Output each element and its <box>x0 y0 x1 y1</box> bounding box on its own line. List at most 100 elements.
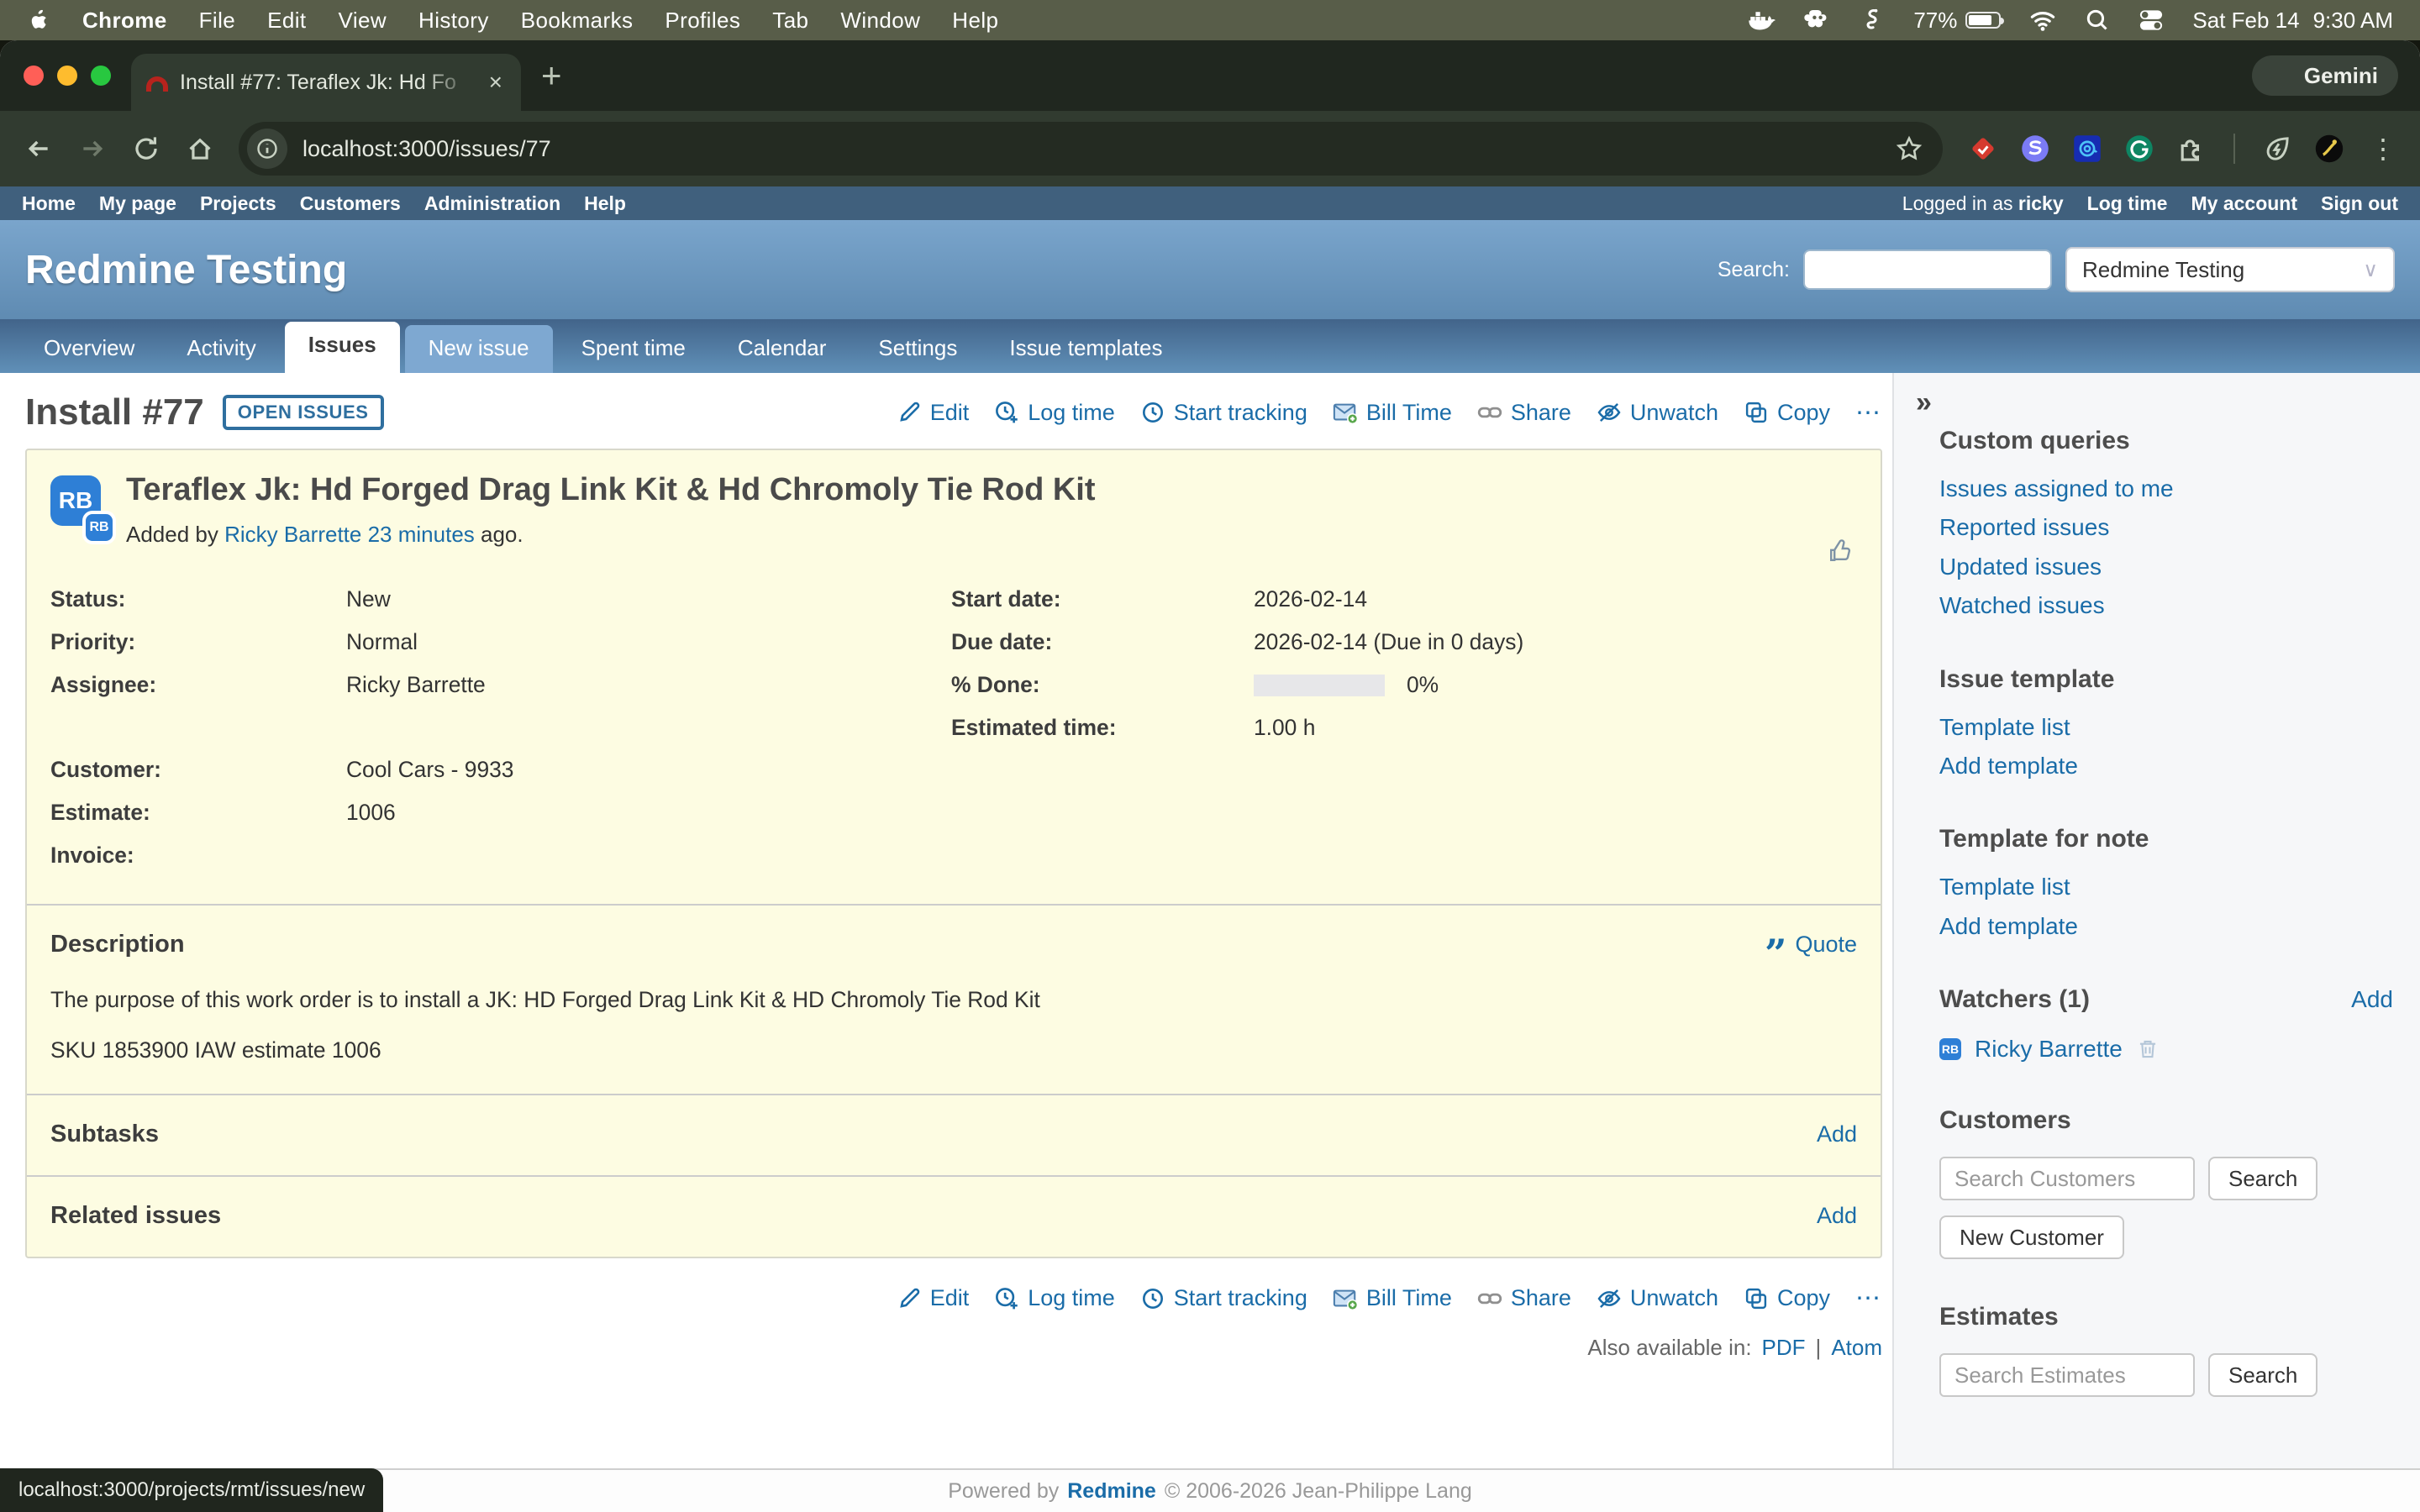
extension-icon-purple[interactable] <box>2018 132 2052 165</box>
start-tracking-link[interactable]: Start tracking <box>1140 1285 1307 1311</box>
extension-icon-blue-at[interactable] <box>2070 132 2104 165</box>
tab-calendar[interactable]: Calendar <box>714 325 850 373</box>
menubar-extra-icon[interactable] <box>1804 7 1831 34</box>
topmenu-home[interactable]: Home <box>22 192 76 215</box>
delete-watcher-icon[interactable] <box>2136 1037 2160 1061</box>
control-center-icon[interactable] <box>2139 8 2164 33</box>
tab-overview[interactable]: Overview <box>20 325 158 373</box>
sidebar-link-reported-issues[interactable]: Reported issues <box>1939 512 2393 543</box>
copy-link[interactable]: Copy <box>1744 400 1830 426</box>
address-bar[interactable]: localhost:3000/issues/77 <box>239 122 1943 176</box>
add-related-issue-link[interactable]: Add <box>1817 1203 1857 1229</box>
menubar-menu-file[interactable]: File <box>199 8 236 34</box>
tab-spent-time[interactable]: Spent time <box>558 325 709 373</box>
topmenu-projects[interactable]: Projects <box>200 192 276 215</box>
spotlight-icon[interactable] <box>2085 8 2110 33</box>
unwatch-link[interactable]: Unwatch <box>1597 400 1718 426</box>
menubar-app-name[interactable]: Chrome <box>82 8 167 34</box>
edit-link[interactable]: Edit <box>897 400 970 426</box>
tab-new-issue[interactable]: New issue <box>405 325 553 373</box>
add-template-link[interactable]: Add template <box>1939 751 2393 781</box>
sidebar-link-issues-assigned[interactable]: Issues assigned to me <box>1939 474 2393 504</box>
thumbs-up-icon[interactable] <box>1827 538 1854 571</box>
pdf-link[interactable]: PDF <box>1762 1335 1806 1361</box>
note-add-template-link[interactable]: Add template <box>1939 911 2393 942</box>
tab-activity[interactable]: Activity <box>163 325 279 373</box>
redmine-link[interactable]: Redmine <box>1067 1479 1156 1504</box>
unwatch-link[interactable]: Unwatch <box>1597 1285 1718 1311</box>
new-tab-button[interactable]: + <box>521 58 582 93</box>
search-estimates-button[interactable]: Search <box>2208 1353 2317 1397</box>
share-link[interactable]: Share <box>1477 400 1571 426</box>
start-tracking-link[interactable]: Start tracking <box>1140 400 1307 426</box>
search-estimates-input[interactable] <box>1939 1353 2195 1397</box>
share-link[interactable]: Share <box>1477 1285 1571 1311</box>
more-actions-icon[interactable]: ⋯ <box>1855 1284 1882 1313</box>
back-button[interactable] <box>13 123 64 174</box>
url-text[interactable]: localhost:3000/issues/77 <box>302 136 1870 162</box>
menubar-snake-icon[interactable] <box>1860 7 1885 34</box>
menubar-menu-help[interactable]: Help <box>952 8 998 34</box>
global-search-input[interactable] <box>1803 249 2052 290</box>
profile-avatar[interactable] <box>2312 132 2346 165</box>
close-tab-icon[interactable]: × <box>486 69 506 96</box>
browser-tab[interactable]: Install #77: Teraflex Jk: Hd Fo × <box>131 54 521 111</box>
add-subtask-link[interactable]: Add <box>1817 1121 1857 1147</box>
search-customers-input[interactable] <box>1939 1157 2195 1200</box>
open-issues-badge[interactable]: OPEN ISSUES <box>223 395 384 430</box>
menubar-clock[interactable]: Sat Feb 14 9:30 AM <box>2192 8 2393 34</box>
collapse-sidebar-icon[interactable]: » <box>1916 386 1932 419</box>
topmenu-help[interactable]: Help <box>584 192 626 215</box>
author-link[interactable]: Ricky Barrette <box>224 522 361 547</box>
zoom-window-button[interactable] <box>91 66 111 86</box>
tab-issue-templates[interactable]: Issue templates <box>986 325 1186 373</box>
template-list-link[interactable]: Template list <box>1939 712 2393 743</box>
copy-link[interactable]: Copy <box>1744 1285 1830 1311</box>
menubar-menu-history[interactable]: History <box>418 8 489 34</box>
topmenu-log-time[interactable]: Log time <box>2087 192 2168 215</box>
tab-issues[interactable]: Issues <box>285 322 400 373</box>
log-time-link[interactable]: Log time <box>994 1285 1115 1311</box>
close-window-button[interactable] <box>24 66 44 86</box>
menubar-menu-window[interactable]: Window <box>840 8 920 34</box>
topmenu-administration[interactable]: Administration <box>424 192 560 215</box>
atom-link[interactable]: Atom <box>1831 1335 1882 1361</box>
edit-link[interactable]: Edit <box>897 1285 970 1311</box>
search-customers-button[interactable]: Search <box>2208 1157 2317 1200</box>
bill-time-link[interactable]: Bill Time <box>1333 1285 1452 1311</box>
more-actions-icon[interactable]: ⋯ <box>1855 398 1882 428</box>
assignee-link[interactable]: Ricky Barrette <box>346 664 486 706</box>
menubar-menu-edit[interactable]: Edit <box>267 8 306 34</box>
minimize-window-button[interactable] <box>57 66 77 86</box>
tab-settings[interactable]: Settings <box>855 325 981 373</box>
sidebar-link-updated-issues[interactable]: Updated issues <box>1939 552 2393 582</box>
home-button[interactable] <box>175 123 225 174</box>
menubar-menu-profiles[interactable]: Profiles <box>665 8 740 34</box>
forward-button[interactable] <box>67 123 118 174</box>
bill-time-link[interactable]: Bill Time <box>1333 400 1452 426</box>
ago-link[interactable]: 23 minutes <box>368 522 475 547</box>
battery-indicator[interactable]: 77% <box>1913 8 2001 34</box>
performance-leaf-icon[interactable] <box>2260 132 2294 165</box>
menubar-menu-bookmarks[interactable]: Bookmarks <box>521 8 634 34</box>
bookmark-star-icon[interactable] <box>1886 125 1933 172</box>
topmenu-sign-out[interactable]: Sign out <box>2321 192 2398 215</box>
extensions-puzzle-icon[interactable] <box>2175 132 2208 165</box>
wifi-icon[interactable] <box>2029 7 2056 34</box>
topmenu-my-page[interactable]: My page <box>99 192 176 215</box>
project-jump-select[interactable]: Redmine Testing ∨ <box>2065 247 2395 292</box>
browser-menu-icon[interactable]: ⋮ <box>2360 133 2407 165</box>
watcher-name-link[interactable]: Ricky Barrette <box>1975 1036 2123 1063</box>
gemini-button[interactable]: Gemini <box>2252 55 2398 96</box>
reload-button[interactable] <box>121 123 171 174</box>
menubar-menu-view[interactable]: View <box>339 8 387 34</box>
site-info-icon[interactable] <box>247 129 287 169</box>
log-time-link[interactable]: Log time <box>994 400 1115 426</box>
sidebar-link-watched-issues[interactable]: Watched issues <box>1939 591 2393 621</box>
quote-link[interactable]: ”Quote <box>1765 932 1857 958</box>
grammarly-extension-icon[interactable] <box>2123 132 2156 165</box>
customer-link[interactable]: Cool Cars - 9933 <box>346 748 514 791</box>
apple-menu-icon[interactable] <box>27 8 50 33</box>
menubar-menu-tab[interactable]: Tab <box>772 8 808 34</box>
extension-icon-red[interactable] <box>1966 132 2000 165</box>
